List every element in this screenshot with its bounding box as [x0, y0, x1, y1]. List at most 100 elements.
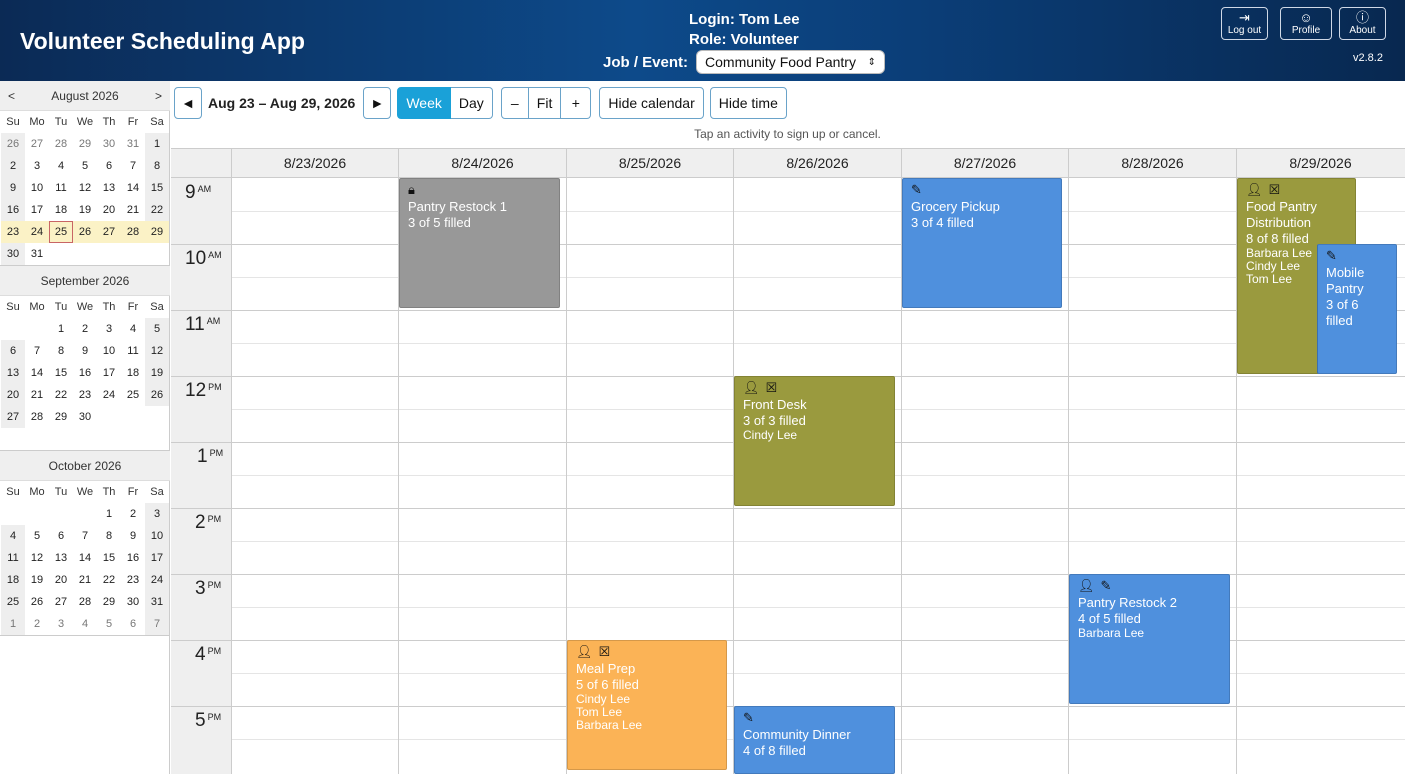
mini-day[interactable]: 31 — [25, 243, 49, 265]
mini-day[interactable]: 1 — [49, 318, 73, 340]
event-community-dinner[interactable]: ✎ Community Dinner 4 of 8 filled — [734, 706, 895, 774]
mini-day[interactable]: 3 — [49, 613, 73, 635]
zoom-out-button[interactable]: – — [500, 87, 529, 119]
mini-day[interactable]: 26 — [73, 221, 97, 243]
mini-day[interactable]: 17 — [97, 362, 121, 384]
mini-day[interactable]: 2 — [1, 155, 25, 177]
mini-day[interactable]: 25 — [49, 221, 73, 243]
mini-day[interactable]: 29 — [97, 591, 121, 613]
zoom-in-button[interactable]: + — [561, 87, 592, 119]
mini-day[interactable]: 4 — [73, 613, 97, 635]
mini-day[interactable]: 20 — [1, 384, 25, 406]
hide-calendar-button[interactable]: Hide calendar — [599, 87, 704, 119]
mini-day[interactable]: 12 — [73, 177, 97, 199]
mini-day[interactable]: 13 — [49, 547, 73, 569]
mini-day[interactable]: 15 — [97, 547, 121, 569]
mini-day[interactable]: 5 — [73, 155, 97, 177]
mini-day[interactable]: 25 — [1, 591, 25, 613]
event-pantry-restock-1[interactable]: 🔒︎ Pantry Restock 1 3 of 5 filled — [399, 178, 560, 308]
mini-day[interactable]: 19 — [25, 569, 49, 591]
mini-day[interactable]: 27 — [97, 221, 121, 243]
mini-day[interactable]: 14 — [73, 547, 97, 569]
mini-day[interactable]: 16 — [121, 547, 145, 569]
mini-day[interactable]: 21 — [25, 384, 49, 406]
mini-day[interactable]: 27 — [25, 133, 49, 155]
mini-day[interactable]: 28 — [73, 591, 97, 613]
mini-day[interactable]: 4 — [121, 318, 145, 340]
mini-day[interactable]: 28 — [49, 133, 73, 155]
mini-day[interactable]: 29 — [49, 406, 73, 428]
mini-day[interactable]: 16 — [73, 362, 97, 384]
mini-day[interactable]: 4 — [49, 155, 73, 177]
mini-day[interactable]: 8 — [145, 155, 169, 177]
mini-day[interactable]: 14 — [121, 177, 145, 199]
mini-day[interactable]: 18 — [49, 199, 73, 221]
mini-day[interactable]: 9 — [1, 177, 25, 199]
mini-day[interactable]: 19 — [145, 362, 169, 384]
time-grid[interactable]: 🔒︎ Pantry Restock 1 3 of 5 filled ✎ Groc… — [231, 178, 1405, 774]
event-front-desk[interactable]: 👤︎ ☒ Front Desk 3 of 3 filled Cindy Lee — [734, 376, 895, 506]
mini-day[interactable]: 7 — [121, 155, 145, 177]
mini-day[interactable]: 10 — [97, 340, 121, 362]
mini-day[interactable]: 17 — [25, 199, 49, 221]
mini-day[interactable]: 3 — [97, 318, 121, 340]
mini-day[interactable]: 24 — [97, 384, 121, 406]
mini-day[interactable]: 24 — [145, 569, 169, 591]
mini-day[interactable]: 31 — [145, 591, 169, 613]
mini-day[interactable]: 29 — [73, 133, 97, 155]
mini-day[interactable]: 12 — [145, 340, 169, 362]
mini-day[interactable]: 6 — [97, 155, 121, 177]
job-event-select[interactable]: Community Food Pantry ⇕ — [696, 50, 886, 74]
mini-day[interactable]: 23 — [121, 569, 145, 591]
week-view-button[interactable]: Week — [397, 87, 451, 119]
profile-button[interactable]: ☺ Profile — [1280, 7, 1332, 40]
mini-day[interactable]: 30 — [73, 406, 97, 428]
mini-day[interactable]: 15 — [49, 362, 73, 384]
mini-day[interactable]: 26 — [25, 591, 49, 613]
mini-day[interactable]: 22 — [97, 569, 121, 591]
mini-day[interactable]: 1 — [97, 503, 121, 525]
mini-day[interactable]: 29 — [145, 221, 169, 243]
mini-day[interactable]: 10 — [145, 525, 169, 547]
mini-day[interactable]: 26 — [145, 384, 169, 406]
mini-day[interactable]: 22 — [49, 384, 73, 406]
mini-day[interactable]: 18 — [1, 569, 25, 591]
mini-day[interactable]: 13 — [1, 362, 25, 384]
mini-day[interactable]: 9 — [73, 340, 97, 362]
next-week-button[interactable]: ► — [363, 87, 392, 119]
mini-day[interactable]: 2 — [25, 613, 49, 635]
mini-day[interactable]: 7 — [73, 525, 97, 547]
mini-day[interactable]: 1 — [1, 613, 25, 635]
mini-day[interactable]: 11 — [49, 177, 73, 199]
event-grocery-pickup[interactable]: ✎ Grocery Pickup 3 of 4 filled — [902, 178, 1062, 308]
mini-day[interactable]: 26 — [1, 133, 25, 155]
mini-day[interactable]: 30 — [97, 133, 121, 155]
mini-day[interactable]: 22 — [145, 199, 169, 221]
event-meal-prep[interactable]: 👤︎ ☒ Meal Prep 5 of 6 filled Cindy Lee To… — [567, 640, 727, 770]
mini-day[interactable]: 11 — [121, 340, 145, 362]
mini-day[interactable]: 16 — [1, 199, 25, 221]
mini-day[interactable]: 30 — [1, 243, 25, 265]
mini-day[interactable]: 3 — [25, 155, 49, 177]
logout-button[interactable]: ⇥ Log out — [1221, 7, 1268, 40]
mini-day[interactable]: 6 — [49, 525, 73, 547]
hide-time-button[interactable]: Hide time — [709, 87, 787, 119]
mini-day[interactable]: 7 — [145, 613, 169, 635]
mini-day[interactable]: 20 — [97, 199, 121, 221]
mini-day[interactable]: 23 — [1, 221, 25, 243]
mini-day[interactable]: 3 — [145, 503, 169, 525]
mini-day[interactable]: 28 — [25, 406, 49, 428]
prev-week-button[interactable]: ◄ — [174, 87, 202, 119]
mini-day[interactable]: 14 — [25, 362, 49, 384]
mini-day[interactable]: 7 — [25, 340, 49, 362]
zoom-fit-button[interactable]: Fit — [528, 87, 562, 119]
mini-day[interactable]: 1 — [145, 133, 169, 155]
mini-day[interactable]: 25 — [121, 384, 145, 406]
mini-day[interactable]: 18 — [121, 362, 145, 384]
event-pantry-restock-2[interactable]: 👤︎ ✎ Pantry Restock 2 4 of 5 filled Barba… — [1069, 574, 1230, 704]
mini-day[interactable]: 20 — [49, 569, 73, 591]
mini-day[interactable]: 8 — [97, 525, 121, 547]
prev-month-button[interactable]: < — [8, 81, 15, 111]
mini-day[interactable]: 12 — [25, 547, 49, 569]
mini-day[interactable]: 6 — [1, 340, 25, 362]
